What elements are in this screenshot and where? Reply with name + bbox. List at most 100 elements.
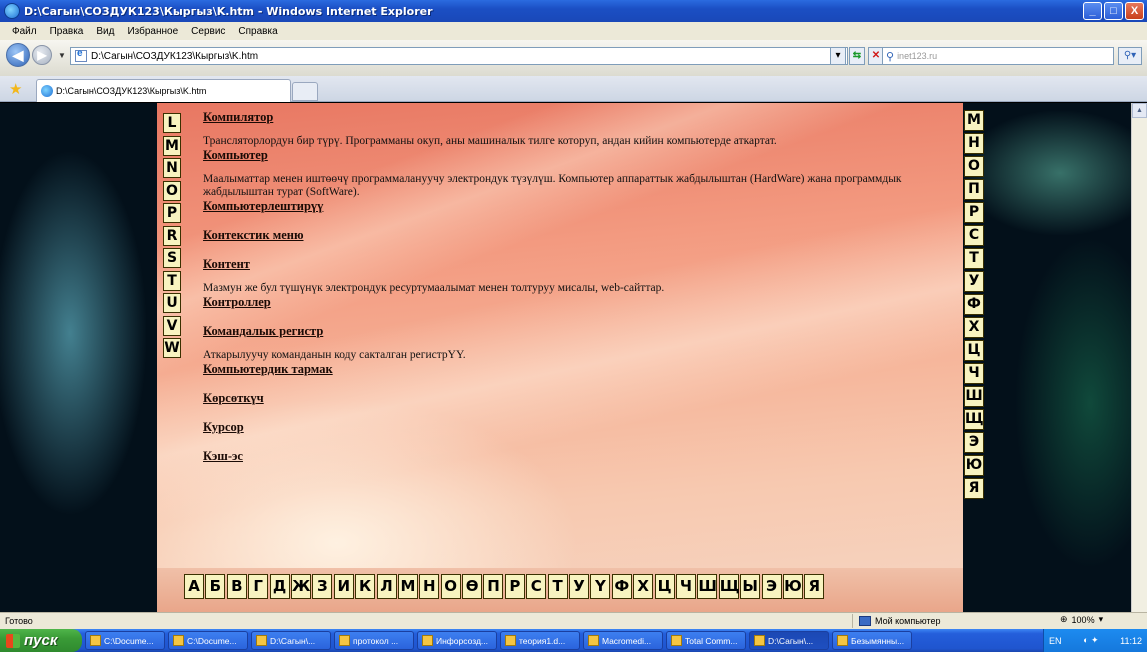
taskbar-button[interactable]: Безымянны... [832, 631, 912, 650]
latin-letter-link-9[interactable]: V [163, 315, 181, 336]
scroll-up-icon[interactable]: ▲ [1132, 103, 1147, 118]
language-indicator[interactable]: EN [1049, 636, 1062, 646]
glossary-term-link[interactable]: Курсор [203, 420, 943, 435]
tab-active[interactable]: D:\Сагын\СОЗДУК123\Кыргыз\K.htm [36, 79, 291, 102]
taskbar-button[interactable]: C:\Docume... [85, 631, 165, 650]
latin-letter-link-2[interactable]: N [163, 158, 181, 178]
glossary-term-link[interactable]: Көрсөткүч [203, 391, 943, 406]
taskbar-button[interactable]: C:\Docume... [168, 631, 248, 650]
taskbar-button[interactable]: D:\Сагын\... [749, 631, 829, 650]
glossary-term-link[interactable]: Кэш-эс [203, 449, 943, 464]
alphabet-letter-link-27[interactable]: Э [761, 574, 782, 599]
glossary-term-link[interactable]: Контроллер [203, 295, 943, 310]
url-dropdown-icon[interactable]: ▾ [830, 47, 846, 65]
search-button[interactable]: ⚲▾ [1118, 47, 1142, 65]
latin-letter-link-6[interactable]: S [163, 248, 181, 268]
alphabet-letter-link-18[interactable]: У [569, 574, 590, 599]
cyrillic-letter-link-4[interactable]: Р [964, 202, 984, 223]
cyrillic-letter-link-13[interactable]: Щ [964, 409, 984, 430]
glossary-term-link[interactable]: Компьютердик тармак [203, 362, 943, 377]
alphabet-letter-link-26[interactable]: Ы [740, 574, 761, 599]
cyrillic-letter-link-9[interactable]: Х [964, 317, 984, 338]
latin-letter-link-4[interactable]: P [163, 203, 181, 223]
glossary-term-link[interactable]: Контент [203, 257, 943, 272]
glossary-term-link[interactable]: Контекстик меню [203, 228, 943, 243]
minimize-button[interactable]: _ [1083, 2, 1102, 20]
cyrillic-letter-link-1[interactable]: Н [964, 133, 984, 154]
alphabet-letter-link-8[interactable]: К [355, 574, 376, 599]
alphabet-letter-link-9[interactable]: Л [376, 574, 397, 599]
menu-view[interactable]: Вид [90, 26, 121, 37]
alphabet-letter-link-20[interactable]: Ф [611, 574, 632, 599]
new-tab-button[interactable] [292, 82, 318, 101]
alphabet-letter-link-17[interactable]: Т [547, 574, 568, 599]
latin-letter-link-3[interactable]: O [163, 180, 181, 201]
start-button[interactable]: пуск [0, 629, 82, 652]
favorites-star-icon[interactable]: ★ [9, 80, 22, 98]
glossary-term-link[interactable]: Компилятор [203, 110, 943, 125]
vertical-scrollbar[interactable]: ▲ [1131, 103, 1147, 612]
alphabet-letter-link-25[interactable]: Щ [718, 574, 740, 599]
cyrillic-letter-link-11[interactable]: Ч [964, 363, 984, 384]
alphabet-letter-link-11[interactable]: Н [419, 574, 440, 599]
close-button[interactable]: X [1125, 2, 1144, 20]
alphabet-letter-link-28[interactable]: Ю [782, 574, 803, 599]
alphabet-letter-link-12[interactable]: О [440, 574, 461, 599]
alphabet-letter-link-22[interactable]: Ц [654, 574, 675, 599]
menu-tools[interactable]: Сервис [185, 26, 232, 37]
alphabet-letter-link-23[interactable]: Ч [675, 574, 696, 599]
menu-help[interactable]: Справка [232, 26, 284, 37]
alphabet-letter-link-16[interactable]: С [526, 574, 547, 599]
history-dropdown-icon[interactable]: ▼ [58, 51, 66, 60]
taskbar-button[interactable]: Total Comm... [666, 631, 746, 650]
alphabet-letter-link-13[interactable]: Ө [462, 574, 483, 599]
alphabet-letter-link-15[interactable]: Р [504, 574, 525, 599]
cyrillic-letter-link-14[interactable]: Э [964, 432, 984, 453]
alphabet-letter-link-3[interactable]: Г [248, 574, 269, 599]
latin-letter-link-0[interactable]: L [163, 113, 181, 133]
menu-favorites[interactable]: Избранное [121, 26, 185, 37]
alphabet-letter-link-10[interactable]: М [397, 574, 418, 599]
latin-letter-link-1[interactable]: M [163, 135, 181, 156]
cyrillic-letter-link-2[interactable]: О [964, 156, 984, 177]
back-button[interactable]: ◀ [6, 43, 30, 67]
alphabet-letter-link-29[interactable]: Я [804, 574, 825, 599]
alphabet-letter-link-7[interactable]: И [333, 574, 354, 599]
taskbar-button[interactable]: теория1.d... [500, 631, 580, 650]
url-input[interactable]: D:\Сагын\СОЗДУК123\Кыргыз\K.htm [70, 47, 848, 65]
cyrillic-letter-link-0[interactable]: М [964, 110, 984, 131]
menu-file[interactable]: Файл [6, 26, 44, 37]
cyrillic-letter-link-15[interactable]: Ю [964, 455, 984, 476]
taskbar-button[interactable]: Инфорсозд... [417, 631, 497, 650]
maximize-button[interactable]: □ [1104, 2, 1123, 20]
glossary-term-link[interactable]: Компьютер [203, 148, 943, 163]
taskbar-button[interactable]: D:\Сагын\... [251, 631, 331, 650]
search-input[interactable]: ⚲ inet123.ru [882, 47, 1114, 65]
glossary-term-link[interactable]: Командалык регистр [203, 324, 943, 339]
alphabet-letter-link-5[interactable]: Ж [290, 574, 311, 599]
alphabet-letter-link-4[interactable]: Д [269, 574, 290, 599]
cyrillic-letter-link-7[interactable]: У [964, 271, 984, 292]
menu-edit[interactable]: Правка [44, 26, 91, 37]
cyrillic-letter-link-16[interactable]: Я [964, 478, 984, 499]
alphabet-letter-link-6[interactable]: З [312, 574, 333, 599]
glossary-term-link[interactable]: Компьютерлештирүү [203, 199, 943, 214]
latin-letter-link-8[interactable]: U [163, 293, 181, 313]
alphabet-letter-link-21[interactable]: Х [633, 574, 654, 599]
alphabet-letter-link-2[interactable]: В [226, 574, 247, 599]
cyrillic-letter-link-5[interactable]: С [964, 225, 984, 246]
zoom-control[interactable]: ⊕ 100% ▾ [1060, 614, 1103, 625]
alphabet-letter-link-14[interactable]: П [483, 574, 504, 599]
cyrillic-letter-link-3[interactable]: П [964, 179, 984, 200]
forward-button[interactable]: ▶ [32, 45, 52, 65]
refresh-icon[interactable]: ⇆ [849, 47, 865, 65]
alphabet-letter-link-24[interactable]: Ш [697, 574, 718, 599]
taskbar-button[interactable]: протокол ... [334, 631, 414, 650]
alphabet-letter-link-0[interactable]: А [184, 574, 204, 599]
taskbar-button[interactable]: Macromedi... [583, 631, 663, 650]
latin-letter-link-10[interactable]: W [163, 338, 181, 358]
latin-letter-link-7[interactable]: T [163, 270, 181, 291]
alphabet-letter-link-1[interactable]: Б [205, 574, 226, 599]
latin-letter-link-5[interactable]: R [163, 225, 181, 246]
cyrillic-letter-link-6[interactable]: Т [964, 248, 984, 269]
